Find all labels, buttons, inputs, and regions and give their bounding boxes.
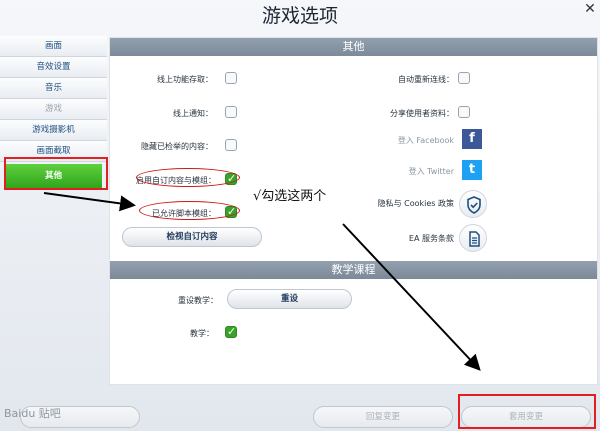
section-header-tutorial: 教学课程 xyxy=(110,261,597,279)
facebook-login-label: 登入 Facebook xyxy=(397,136,454,145)
close-icon[interactable]: ✕ xyxy=(583,2,597,16)
twitter-login-label: 登入 Twitter xyxy=(408,167,454,176)
sidebar-item-audio[interactable]: 音效设置 xyxy=(0,57,107,78)
sidebar-item-game[interactable]: 游戏 xyxy=(0,99,107,120)
auto-reconnect-checkbox[interactable] xyxy=(458,72,470,84)
document-icon[interactable] xyxy=(459,224,487,252)
reset-tutorial-label: 重设教学： xyxy=(178,296,218,305)
online-access-checkbox[interactable] xyxy=(225,72,237,84)
auto-reconnect-label: 自动重新连线： xyxy=(398,75,454,84)
revert-changes-button[interactable]: 回复变更 xyxy=(313,406,453,428)
online-notify-checkbox[interactable] xyxy=(225,106,237,118)
facebook-icon[interactable]: f xyxy=(462,129,482,149)
privacy-policy-label: 隐私与 Cookies 政策 xyxy=(377,199,454,208)
window-title: 游戏选项 xyxy=(261,5,338,27)
online-notify-label: 线上通知： xyxy=(173,109,213,118)
tutorial-checkbox[interactable] xyxy=(225,325,237,338)
share-data-label: 分享使用者资料： xyxy=(390,109,454,118)
highlight-ellipse-script-mods xyxy=(139,201,240,220)
highlight-box-other xyxy=(4,157,108,190)
view-custom-content-button[interactable]: 检视自订内容 xyxy=(122,227,262,247)
hide-reported-checkbox[interactable] xyxy=(225,139,237,151)
sidebar-item-camera[interactable]: 游戏摄影机 xyxy=(0,120,107,141)
tutorial-label: 教学： xyxy=(190,329,214,338)
highlight-ellipse-custom-content xyxy=(136,168,240,187)
online-access-label: 线上功能存取： xyxy=(157,75,213,84)
reset-tutorial-button[interactable]: 重设 xyxy=(227,289,352,309)
annotation-text: √勾选这两个 xyxy=(253,189,327,204)
twitter-icon[interactable]: t xyxy=(462,160,482,180)
highlight-box-apply xyxy=(458,394,596,429)
sidebar-item-music[interactable]: 音乐 xyxy=(0,78,107,99)
share-data-checkbox[interactable] xyxy=(458,106,470,118)
sidebar-item-graphics[interactable]: 画面 xyxy=(0,36,107,57)
terms-of-service-label: EA 服务条款 xyxy=(408,234,454,243)
baidu-watermark: Baidu 贴吧 xyxy=(4,407,61,420)
hide-reported-label: 隐藏已检举的内容： xyxy=(141,142,213,151)
shield-icon[interactable] xyxy=(459,190,487,218)
section-header-other: 其他 xyxy=(110,38,597,56)
